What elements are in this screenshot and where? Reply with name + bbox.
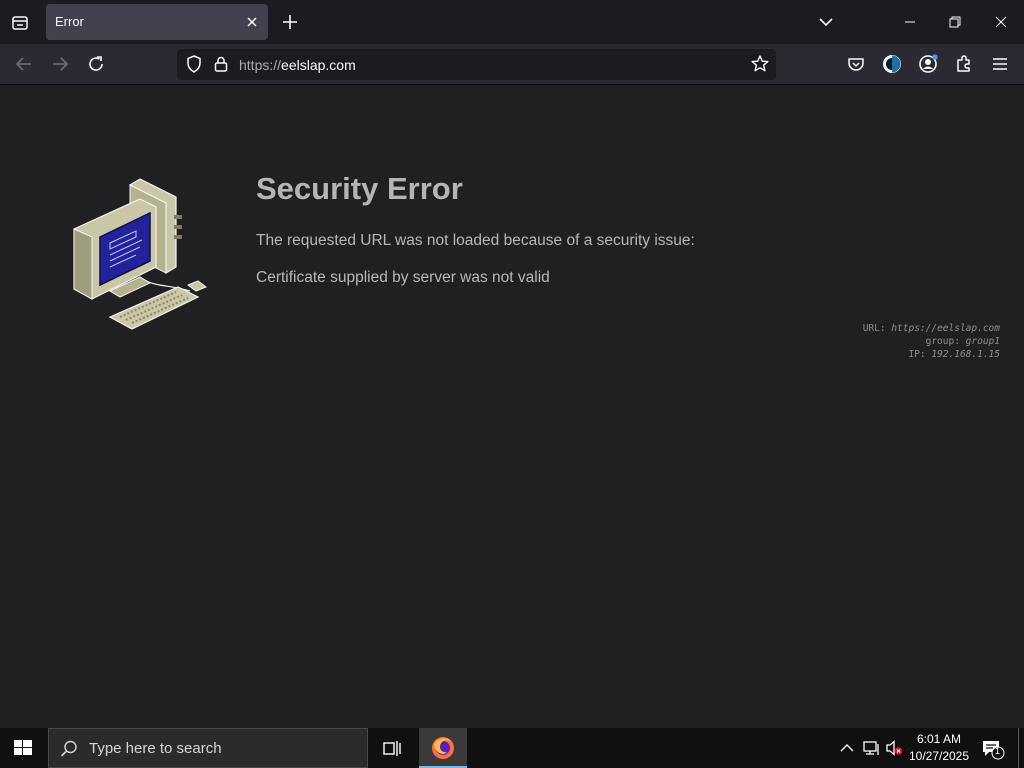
search-icon <box>59 739 79 759</box>
windows-start-icon[interactable] <box>12 738 34 758</box>
list-all-tabs-icon[interactable] <box>816 12 836 32</box>
url-scheme: https:// <box>239 57 282 73</box>
lock-icon[interactable] <box>210 53 232 75</box>
system-clock[interactable]: 6:01 AM 10/27/2025 <box>905 731 973 765</box>
meta-ip-row: IP: 192.168.1.15 <box>863 348 1000 361</box>
taskbar-search-box[interactable]: Type here to search <box>48 728 368 768</box>
shield-icon[interactable] <box>183 53 205 75</box>
meta-group-row: group: group1 <box>863 335 1000 348</box>
meta-ip-label: IP: <box>908 349 926 360</box>
restore-icon[interactable] <box>943 10 967 34</box>
notification-center-icon[interactable]: 1 <box>980 737 1006 761</box>
close-window-icon[interactable] <box>989 10 1013 34</box>
meta-url-row: URL: https://eelslap.com <box>863 322 1000 335</box>
meta-group-label: group: <box>925 336 960 347</box>
address-bar[interactable]: https://eelslap.com <box>177 49 776 80</box>
navigation-toolbar: https://eelslap.com <box>0 44 1024 85</box>
tab-title: Error <box>55 14 84 29</box>
show-desktop-button[interactable] <box>1018 728 1019 768</box>
pocket-icon[interactable] <box>844 52 868 76</box>
page-content: Security Error The requested URL was not… <box>0 85 1024 728</box>
meta-group-value: group1 <box>965 336 1000 347</box>
url-text[interactable]: https://eelslap.com <box>239 57 356 73</box>
bookmark-star-icon[interactable] <box>749 53 771 75</box>
volume-muted-icon[interactable] <box>884 738 904 758</box>
meta-url-value: https://eelslap.com <box>891 323 1000 334</box>
tab-strip: Error <box>0 0 1024 44</box>
request-info: URL: https://eelslap.com group: group1 I… <box>863 322 1000 361</box>
account-icon[interactable] <box>916 52 940 76</box>
menu-icon[interactable] <box>988 52 1012 76</box>
task-view-icon[interactable] <box>381 737 403 759</box>
minimize-icon[interactable] <box>898 10 922 34</box>
computer-illustration <box>70 175 210 343</box>
taskbar: Type here to search 6:01 AM 10/27/2025 1 <box>0 728 1024 768</box>
meta-ip-value: 192.168.1.15 <box>931 349 1000 360</box>
clock-date: 10/27/2025 <box>908 749 970 763</box>
search-placeholder: Type here to search <box>89 740 222 757</box>
meta-url-label: URL: <box>862 323 886 334</box>
close-tab-icon[interactable] <box>242 12 262 32</box>
clock-time: 6:01 AM <box>916 732 962 746</box>
error-detail: Certificate supplied by server was not v… <box>256 269 550 286</box>
error-message: The requested URL was not loaded because… <box>256 232 695 249</box>
url-host: eelslap.com <box>281 57 356 73</box>
forward-arrow-icon[interactable] <box>48 52 72 76</box>
tab-manager-icon[interactable] <box>8 10 32 34</box>
dark-reader-icon[interactable] <box>880 52 904 76</box>
page-title: Security Error <box>256 171 463 206</box>
firefox-icon <box>430 735 456 761</box>
tab-error[interactable]: Error <box>46 4 268 40</box>
network-icon[interactable] <box>861 738 881 758</box>
firefox-taskbar-button[interactable] <box>419 728 467 768</box>
show-hidden-icons-icon[interactable] <box>838 739 856 757</box>
new-tab-icon[interactable] <box>280 12 300 32</box>
notification-count: 1 <box>995 746 1001 756</box>
back-arrow-icon[interactable] <box>12 52 36 76</box>
extensions-icon[interactable] <box>952 52 976 76</box>
reload-icon[interactable] <box>84 52 108 76</box>
